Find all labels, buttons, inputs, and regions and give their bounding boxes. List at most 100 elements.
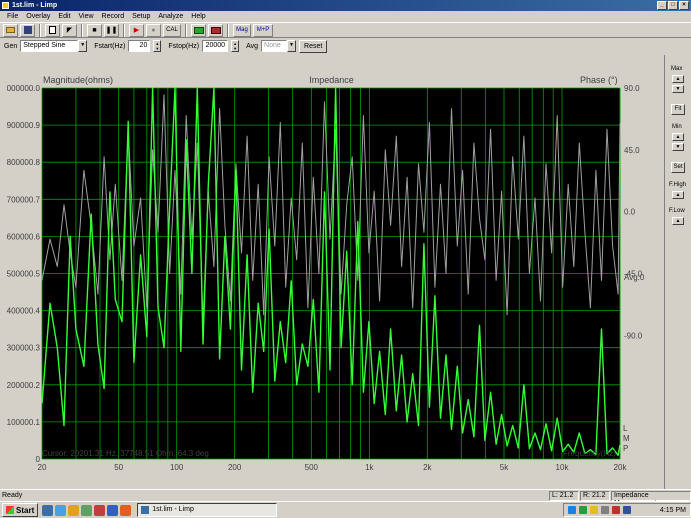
application-window: 1st.lim - Limp _ □ × File Overlay Edit V… bbox=[0, 0, 691, 518]
tray-icon[interactable] bbox=[612, 506, 620, 514]
ie-icon[interactable] bbox=[55, 504, 67, 516]
menu-bar: File Overlay Edit View Record Setup Anal… bbox=[0, 11, 691, 22]
min-up-button[interactable]: ▲ bbox=[672, 133, 684, 141]
menu-help[interactable]: Help bbox=[187, 13, 209, 20]
avg-select[interactable]: None ▼ bbox=[261, 40, 297, 52]
tray-icon[interactable] bbox=[568, 506, 576, 514]
fstop-input[interactable]: 20000 bbox=[202, 40, 229, 52]
left-tick-label: 800000.8 bbox=[7, 158, 41, 167]
tray-icon[interactable] bbox=[601, 506, 609, 514]
window-title: 1st.lim - Limp bbox=[12, 2, 58, 9]
right-tick-label: 0.0 bbox=[624, 208, 636, 217]
max-up-button[interactable]: ▲ bbox=[672, 75, 684, 83]
avg-value[interactable]: None bbox=[261, 40, 288, 52]
reset-button[interactable]: Reset bbox=[299, 39, 328, 53]
min-down-button[interactable]: ▼ bbox=[672, 143, 684, 151]
menu-analyze[interactable]: Analyze bbox=[154, 13, 187, 20]
left-tick-label: 000000.0 bbox=[7, 84, 41, 93]
cal-button[interactable]: CAL bbox=[163, 23, 181, 37]
right-axis-label: Phase (°) bbox=[580, 75, 618, 85]
fstart-input[interactable]: 20 bbox=[128, 40, 151, 52]
fhigh-label: F.High bbox=[669, 182, 687, 188]
pause-icon[interactable]: ❚❚ bbox=[104, 23, 119, 37]
chevron-down-icon[interactable]: ▼ bbox=[78, 40, 88, 52]
chart-title: Impedance bbox=[309, 75, 354, 85]
tray-icon[interactable] bbox=[623, 506, 631, 514]
close-button[interactable]: × bbox=[679, 1, 689, 10]
status-ready: Ready bbox=[2, 492, 23, 499]
windows-logo-icon bbox=[6, 506, 14, 514]
set-button[interactable]: Set bbox=[671, 162, 685, 173]
menu-edit[interactable]: Edit bbox=[54, 13, 74, 20]
trace-letter-label: M bbox=[623, 434, 630, 443]
firefox-icon[interactable] bbox=[120, 504, 132, 516]
x-tick-label: 1k bbox=[365, 463, 374, 472]
play-icon[interactable]: ▶ bbox=[129, 23, 144, 37]
gen-label: Gen bbox=[4, 42, 18, 50]
clock: 4:15 PM bbox=[659, 506, 686, 514]
left-tick-label: 900000.9 bbox=[7, 121, 41, 130]
x-tick-label: 5k bbox=[500, 463, 509, 472]
fstop-label: Fstop(Hz) bbox=[168, 42, 200, 50]
fit-button[interactable]: Fit bbox=[671, 104, 685, 115]
left-tick-label: 700000.7 bbox=[7, 195, 41, 204]
save-icon[interactable] bbox=[20, 23, 35, 37]
gen-value[interactable]: Stepped Sine bbox=[20, 40, 79, 52]
left-tick-label: 200000.2 bbox=[7, 381, 41, 390]
min-label: Min bbox=[672, 124, 682, 130]
taskbar: Start 1st.lim - Limp 4:15 PM bbox=[0, 501, 691, 518]
taskbar-item-label: 1st.lim - Limp bbox=[152, 506, 194, 513]
fstop-spinner[interactable]: ▲ ▼ bbox=[231, 40, 240, 52]
x-tick-label: 10k bbox=[556, 463, 570, 472]
record-icon[interactable]: ● bbox=[146, 23, 161, 37]
menu-view[interactable]: View bbox=[74, 13, 97, 20]
taskbar-item-limp[interactable]: 1st.lim - Limp bbox=[137, 503, 278, 517]
fhigh-up-button[interactable]: ▲ bbox=[672, 191, 684, 199]
chevron-down-icon[interactable]: ▼ bbox=[287, 40, 297, 52]
app-icon[interactable] bbox=[94, 504, 106, 516]
x-axis-label: Frequency(Hz) bbox=[563, 449, 616, 458]
trace-letter-label: L bbox=[623, 424, 628, 433]
mp-button[interactable]: M+P bbox=[253, 23, 273, 37]
limp-icon bbox=[141, 506, 150, 514]
status-mode: Impedance Measurement bbox=[611, 491, 691, 507]
graph-icon[interactable] bbox=[191, 23, 206, 37]
menu-record[interactable]: Record bbox=[98, 13, 129, 20]
copy-icon[interactable] bbox=[45, 23, 60, 37]
app-icon[interactable] bbox=[107, 504, 119, 516]
maximize-button[interactable]: □ bbox=[668, 1, 678, 10]
cursor-readout: Cursor: 20201.31 Hz, 37748.51 Ohm, 64.3 … bbox=[42, 449, 209, 458]
minimize-button[interactable]: _ bbox=[657, 1, 667, 10]
left-tick-label: 100000.1 bbox=[7, 418, 41, 427]
impedance-chart[interactable]: 000000.0 900000.9 800000.8 700000.7 600000.6… bbox=[0, 55, 663, 489]
max-label: Max bbox=[671, 66, 683, 72]
gen-select[interactable]: Stepped Sine ▼ bbox=[20, 40, 88, 52]
stop-icon[interactable]: ■ bbox=[87, 23, 102, 37]
max-down-button[interactable]: ▼ bbox=[672, 85, 684, 93]
explorer-icon[interactable] bbox=[68, 504, 80, 516]
tray-icon[interactable] bbox=[590, 506, 598, 514]
fstart-spinner[interactable]: ▲ ▼ bbox=[153, 40, 162, 52]
flow-label: F.Low bbox=[669, 208, 685, 214]
x-tick-label: 500 bbox=[305, 463, 319, 472]
flow-up-button[interactable]: ▲ bbox=[672, 217, 684, 225]
generator-row: Gen Stepped Sine ▼ Fstart(Hz) 20 ▲ ▼ Fsto… bbox=[0, 38, 691, 54]
menu-setup[interactable]: Setup bbox=[128, 13, 154, 20]
start-button[interactable]: Start bbox=[2, 503, 39, 517]
media-icon[interactable] bbox=[81, 504, 93, 516]
overlay-icon[interactable] bbox=[208, 23, 223, 37]
pointer-icon[interactable]: ◤ bbox=[62, 23, 77, 37]
menu-overlay[interactable]: Overlay bbox=[22, 13, 54, 20]
desktop-icon[interactable] bbox=[42, 504, 54, 516]
left-tick-label: 600000.6 bbox=[7, 232, 41, 241]
open-icon[interactable] bbox=[3, 23, 18, 37]
toolbar: ◤ ■ ❚❚ ▶ ● CAL Mag M+P bbox=[0, 22, 691, 38]
tray-icon[interactable] bbox=[579, 506, 587, 514]
title-bar[interactable]: 1st.lim - Limp _ □ × bbox=[0, 0, 691, 11]
x-tick-label: 200 bbox=[228, 463, 242, 472]
menu-file[interactable]: File bbox=[3, 13, 22, 20]
right-tick-label: 90.0 bbox=[624, 84, 640, 93]
x-tick-label: 2k bbox=[423, 463, 432, 472]
mag-button[interactable]: Mag bbox=[233, 23, 251, 37]
x-tick-label: 50 bbox=[114, 463, 123, 472]
